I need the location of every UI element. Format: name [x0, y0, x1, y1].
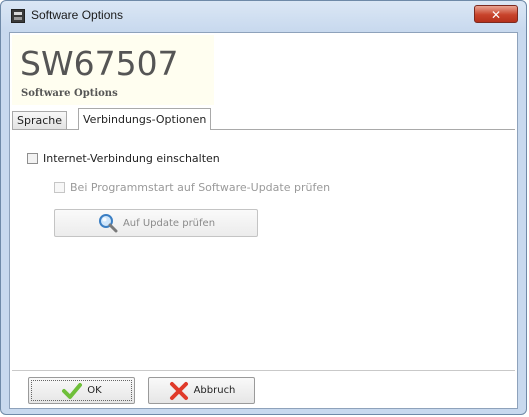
internet-connection-checkbox[interactable] — [27, 153, 38, 164]
internet-connection-row[interactable]: Internet-Verbindung einschalten — [27, 152, 220, 165]
options-window: Software Options ✕ SW67507 Software Opti… — [0, 0, 527, 415]
product-subtitle: Software Options — [21, 88, 118, 99]
ok-button[interactable]: OK — [28, 377, 135, 404]
ok-label: OK — [87, 385, 102, 396]
magnifier-icon — [98, 214, 118, 233]
tab-sprache[interactable]: Sprache — [12, 111, 68, 129]
check-update-button[interactable]: Auf Update prüfen — [54, 209, 258, 237]
internet-connection-label: Internet-Verbindung einschalten — [43, 152, 220, 165]
app-icon — [11, 9, 25, 23]
dialog-button-bar: OK Abbruch — [12, 370, 515, 407]
check-update-label: Auf Update prüfen — [122, 217, 216, 229]
title-bar[interactable]: Software Options ✕ — [1, 1, 526, 31]
product-model: SW67507 — [20, 44, 179, 83]
tab-strip: Sprache Verbindungs-Optionen — [12, 108, 517, 130]
red-x-icon — [169, 381, 188, 400]
startup-update-checkbox[interactable] — [54, 182, 65, 193]
checkmark-icon — [62, 382, 83, 399]
window-title: Software Options — [31, 8, 124, 22]
startup-update-label: Bei Programmstart auf Software-Update pr… — [70, 181, 331, 194]
dialog-body: SW67507 Software Options Sprache Verbind… — [9, 32, 518, 409]
close-button[interactable]: ✕ — [474, 5, 518, 23]
tab-verbindungs-optionen[interactable]: Verbindungs-Optionen — [78, 108, 212, 130]
startup-update-row[interactable]: Bei Programmstart auf Software-Update pr… — [54, 181, 330, 194]
product-header: SW67507 Software Options — [12, 35, 214, 105]
cancel-button[interactable]: Abbruch — [148, 377, 255, 404]
cancel-label: Abbruch — [193, 385, 236, 396]
connection-options-panel: Internet-Verbindung einschalten Bei Prog… — [12, 129, 515, 369]
